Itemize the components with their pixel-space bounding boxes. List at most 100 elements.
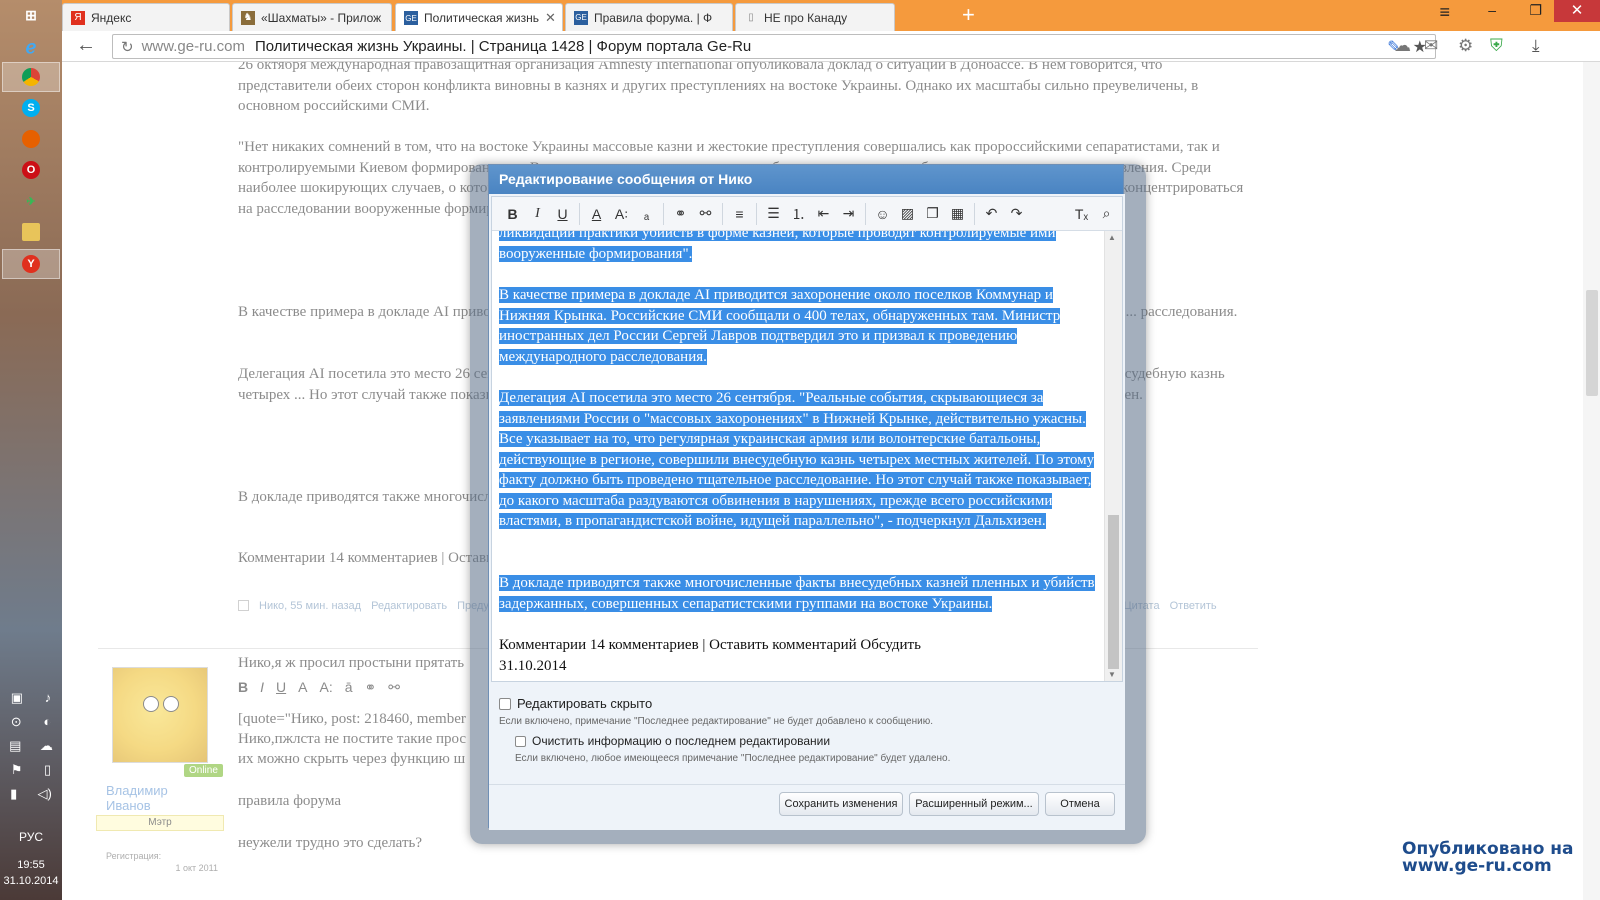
- browser-menu-icon[interactable]: ≡: [1439, 2, 1450, 23]
- scroll-up-icon[interactable]: ▲: [1108, 233, 1116, 242]
- taskbar-chrome-icon[interactable]: [2, 62, 60, 92]
- tray-row-5[interactable]: ▮ ◁): [0, 786, 62, 802]
- tab-chess[interactable]: ♞ «Шахматы» - Прилож: [232, 3, 392, 31]
- tray-icon[interactable]: ▯: [44, 762, 51, 778]
- downloads-icon[interactable]: ⤓: [1532, 36, 1540, 56]
- taskbar-skype-icon[interactable]: S: [2, 93, 60, 123]
- font-family-button[interactable]: ₐ: [634, 202, 659, 226]
- maximize-button[interactable]: ❐: [1529, 2, 1542, 19]
- tray-icon[interactable]: ▣: [11, 690, 23, 706]
- new-tab-button[interactable]: +: [962, 4, 975, 26]
- edit-hidden-option[interactable]: Редактировать скрыто: [499, 696, 652, 711]
- taskbar-yandex-icon[interactable]: Y: [2, 249, 60, 279]
- editor-toolbar: B I U A A꞉ ₐ ⚭ ⚯ ≡ ☰ ⒈ ⇤ ⇥ ☺ ▨ ❐ ▦ ↶ ↷ T…: [492, 197, 1122, 231]
- editor-paragraph[interactable]: ликвидации практики убийств в форме казн…: [499, 231, 1103, 264]
- language-indicator[interactable]: РУС: [0, 830, 62, 844]
- italic-button[interactable]: I: [525, 202, 550, 226]
- toolbar-divider: [579, 202, 580, 225]
- url-field[interactable]: ↻ www.ge-ru.com Политическая жизнь Украи…: [112, 34, 1436, 59]
- bold-button[interactable]: B: [500, 202, 525, 226]
- taskbar-opera-icon[interactable]: O: [2, 155, 60, 185]
- tab-label: НЕ про Канаду: [764, 10, 848, 25]
- address-bar-row: ← ↻ www.ge-ru.com Политическая жизнь Укр…: [62, 31, 1600, 62]
- taskbar-ie-icon[interactable]: ℯ: [2, 32, 60, 62]
- clock-date: 31.10.2014: [3, 875, 59, 887]
- tab-yandex[interactable]: Я Яндекс: [62, 3, 230, 31]
- clear-edit-info-label[interactable]: Очистить информацию о последнем редактир…: [532, 734, 830, 748]
- font-color-button[interactable]: A: [584, 202, 609, 226]
- editor-paragraph[interactable]: В докладе приводятся также многочисленны…: [499, 573, 1103, 614]
- tray-row-3[interactable]: ▤ ☁: [0, 738, 62, 754]
- tray-icon[interactable]: ◐: [43, 714, 51, 730]
- edit-hidden-label[interactable]: Редактировать скрыто: [517, 696, 652, 711]
- editor-scrollbar[interactable]: ▲ ▼: [1104, 231, 1122, 681]
- editor-paragraph[interactable]: В качестве примера в докладе AI приводит…: [499, 285, 1103, 367]
- tools-extension-icon[interactable]: ⚙: [1458, 36, 1473, 56]
- close-window-button[interactable]: ✕: [1554, 0, 1600, 22]
- media-icon[interactable]: ❐: [920, 202, 945, 226]
- tab-canada[interactable]: ▯ НЕ про Канаду: [735, 3, 895, 31]
- tray-row-2[interactable]: ⊙ ◐: [0, 714, 62, 730]
- tab-politics[interactable]: GE Политическая жизнь ✕: [395, 3, 563, 32]
- source-toggle-icon[interactable]: ⌕: [1094, 202, 1119, 226]
- tray-icon[interactable]: ▤: [9, 738, 21, 754]
- link-icon[interactable]: ⚭: [668, 202, 693, 226]
- tray-icon[interactable]: ⊙: [11, 714, 22, 730]
- taskbar-folder-icon[interactable]: [2, 217, 60, 247]
- underline-button[interactable]: U: [550, 202, 575, 226]
- tray-icon[interactable]: ☁: [40, 738, 53, 754]
- toolbar-divider: [722, 202, 723, 225]
- edit-hidden-checkbox[interactable]: [499, 697, 511, 710]
- cancel-button[interactable]: Отмена: [1045, 792, 1115, 816]
- mail-extension-icon[interactable]: ✉: [1424, 36, 1438, 56]
- tray-row-1[interactable]: ▣ ♪: [0, 690, 62, 706]
- taskbar-app-icon[interactable]: ✈: [2, 186, 60, 216]
- editor-content-area[interactable]: ликвидации практики убийств в форме казн…: [492, 231, 1104, 681]
- cloud-extension-icon[interactable]: ☁: [1394, 36, 1411, 56]
- start-button[interactable]: ⊞: [2, 0, 60, 30]
- font-size-button[interactable]: A꞉: [609, 202, 634, 226]
- clear-edit-info-checkbox[interactable]: [515, 735, 526, 747]
- unlink-icon[interactable]: ⚯: [693, 202, 718, 226]
- editor-footer-line[interactable]: Комментарии 14 комментариев | Оставить к…: [499, 635, 1103, 656]
- tray-icon[interactable]: ◁): [38, 786, 52, 802]
- windows-taskbar: ⊞ ℯ S O ✈ Y ▣ ♪ ⊙ ◐ ▤ ☁ ⚑ ▯ ▮ ◁) РУС 19:55 31…: [0, 0, 62, 900]
- tray-icon[interactable]: ▮: [10, 786, 17, 802]
- tab-label: Правила форума. | Ф: [594, 10, 713, 25]
- minimize-button[interactable]: –: [1488, 2, 1496, 18]
- reload-icon[interactable]: ↻: [121, 38, 134, 56]
- selected-text: В качестве примера в докладе AI приводит…: [499, 287, 1061, 365]
- tray-icon[interactable]: ♪: [45, 690, 52, 706]
- edit-message-dialog: Редактирование сообщения от Нико B I U A…: [488, 164, 1125, 830]
- edit-hidden-hint: Если включено, примечание "Последнее ред…: [499, 716, 933, 727]
- outdent-icon[interactable]: ⇤: [811, 202, 836, 226]
- numbered-list-icon[interactable]: ⒈: [786, 202, 811, 226]
- align-icon[interactable]: ≡: [727, 202, 752, 226]
- tray-icon[interactable]: ⚑: [11, 762, 23, 778]
- indent-icon[interactable]: ⇥: [836, 202, 861, 226]
- scroll-down-icon[interactable]: ▼: [1108, 670, 1116, 679]
- tab-close-icon[interactable]: ✕: [539, 10, 556, 26]
- tray-row-4[interactable]: ⚑ ▯: [0, 762, 62, 778]
- editor-footer-line[interactable]: 31.10.2014: [499, 656, 1103, 677]
- selected-text: Делегация AI посетила это место 26 сентя…: [499, 390, 1095, 529]
- tab-label: Политическая жизнь: [424, 11, 539, 25]
- shield-extension-icon[interactable]: ⛨: [1490, 36, 1503, 56]
- undo-icon[interactable]: ↶: [979, 202, 1004, 226]
- tab-forum-rules[interactable]: GE Правила форума. | Ф: [565, 3, 733, 31]
- save-changes-button[interactable]: Сохранить изменения: [779, 792, 903, 816]
- redo-icon[interactable]: ↷: [1004, 202, 1029, 226]
- smiley-icon[interactable]: ☺: [870, 202, 895, 226]
- remove-format-icon[interactable]: Tₓ: [1069, 202, 1094, 226]
- insert-more-icon[interactable]: ▦: [945, 202, 970, 226]
- bullet-list-icon[interactable]: ☰: [761, 202, 786, 226]
- image-icon[interactable]: ▨: [895, 202, 920, 226]
- advanced-mode-button[interactable]: Расширенный режим...: [909, 792, 1039, 816]
- taskbar-firefox-icon[interactable]: [2, 124, 60, 154]
- watermark-line: www.ge-ru.com: [1402, 856, 1552, 876]
- editor-scrollbar-thumb[interactable]: [1108, 515, 1119, 669]
- system-clock[interactable]: 19:55 31.10.2014: [0, 857, 62, 889]
- back-arrow-icon[interactable]: ←: [76, 34, 96, 57]
- editor-paragraph[interactable]: Делегация AI посетила это место 26 сентя…: [499, 388, 1103, 532]
- clear-edit-info-option[interactable]: Очистить информацию о последнем редактир…: [515, 734, 830, 748]
